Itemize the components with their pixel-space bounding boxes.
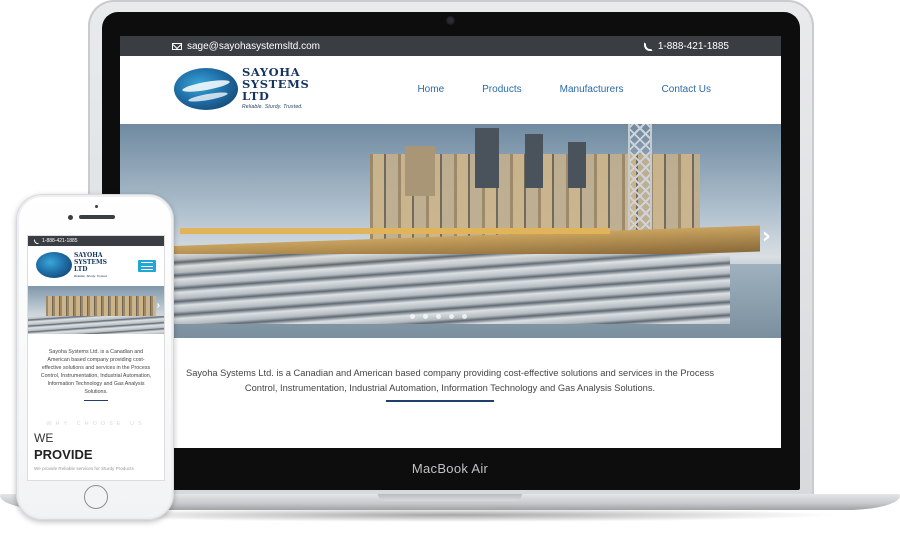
top-contact-bar: sage@sayohasystemsltd.com 1-888-421-1885 <box>120 36 781 56</box>
envelope-icon <box>172 42 182 50</box>
mobile-logo-wordmark: SAYOHA SYSTEMS LTD <box>74 252 107 273</box>
phone-text[interactable]: 1-888-421-1885 <box>658 41 729 52</box>
hero-slider: › <box>120 124 781 338</box>
we-heading: WE <box>34 431 54 445</box>
laptop-model-label: MacBook Air <box>411 461 489 476</box>
phone-sensor <box>95 205 98 208</box>
phone-device: 1-888-421-1885 SAYOHA SYSTEMS LTD Reliab… <box>16 194 174 520</box>
mobile-hero-slider: › <box>28 286 164 334</box>
slider-dot[interactable] <box>410 314 415 319</box>
mobile-navbar: SAYOHA SYSTEMS LTD Reliable. Sturdy. Tru… <box>28 246 164 286</box>
provide-subtext: We provide Reliable services for Sturdy … <box>34 466 134 471</box>
phone-icon <box>643 41 653 51</box>
slider-dot[interactable] <box>462 314 467 319</box>
intro-line-2: Control, Instrumentation, Industrial Aut… <box>244 383 656 393</box>
hamburger-menu-icon[interactable] <box>138 260 156 272</box>
email-text[interactable]: sage@sayohasystemsltd.com <box>187 41 320 52</box>
main-nav: Home Products Manufacturers Contact Us <box>417 84 711 95</box>
intro-divider <box>386 400 494 402</box>
rig-crane <box>628 124 652 244</box>
mobile-phone-text[interactable]: 1-888-421-1885 <box>42 238 78 244</box>
logo-tagline: Reliable. Sturdy. Trusted. <box>242 104 303 110</box>
why-choose-heading: WHY CHOOSE US <box>46 421 146 427</box>
phone-camera <box>68 215 73 220</box>
mobile-intro-text: Sayoha Systems Ltd. is a Canadian and Am… <box>40 349 152 395</box>
logo-line-3: LTD <box>242 89 270 103</box>
mobile-intro-divider <box>84 400 108 401</box>
laptop-screen: sage@sayohasystemsltd.com 1-888-421-1885… <box>120 36 781 448</box>
phone-contact[interactable]: 1-888-421-1885 <box>643 41 729 52</box>
logo-wordmark: SAYOHA SYSTEMS LTD <box>242 66 309 102</box>
rig-railing <box>180 228 610 234</box>
rig-vessel <box>405 146 435 196</box>
navbar: SAYOHA SYSTEMS LTD Reliable. Sturdy. Tru… <box>120 56 781 124</box>
slider-dots <box>410 314 467 319</box>
mobile-slider-next-chevron-right-icon[interactable]: › <box>157 300 160 311</box>
laptop-camera <box>446 16 455 25</box>
menu-bar <box>141 269 153 270</box>
nav-manufacturers[interactable]: Manufacturers <box>560 84 624 95</box>
rig-stack <box>475 128 499 188</box>
intro-line-1: Sayoha Systems Ltd. is a Canadian and Am… <box>186 368 714 378</box>
logo-globe-icon <box>174 68 238 110</box>
phone-speaker <box>79 215 115 219</box>
mobile-logo-line-1: SAYOHA <box>74 252 103 259</box>
laptop-notch <box>378 494 522 501</box>
nav-home[interactable]: Home <box>417 84 444 95</box>
slider-next-chevron-right-icon[interactable]: › <box>762 224 771 249</box>
mobile-logo-line-3: LTD <box>74 266 88 273</box>
mobile-top-bar: 1-888-421-1885 <box>28 236 164 246</box>
mobile-logo-tagline: Reliable. Sturdy. Trusted. <box>74 274 108 278</box>
phone-icon <box>34 238 39 244</box>
provide-heading: PROVIDE <box>34 447 93 462</box>
mobile-rig-pipes <box>28 316 164 334</box>
intro-text: Sayoha Systems Ltd. is a Canadian and Am… <box>180 366 720 396</box>
mobile-logo-line-2: SYSTEMS <box>74 259 107 266</box>
menu-bar <box>141 262 153 263</box>
phone-home-button[interactable] <box>84 485 108 509</box>
rig-stack <box>525 134 543 188</box>
nav-contact-us[interactable]: Contact Us <box>662 84 711 95</box>
slider-dot[interactable] <box>436 314 441 319</box>
mobile-logo-globe-icon[interactable] <box>36 252 72 278</box>
email-contact[interactable]: sage@sayohasystemsltd.com <box>172 41 320 52</box>
phone-screen: 1-888-421-1885 SAYOHA SYSTEMS LTD Reliab… <box>27 235 165 481</box>
slider-dot[interactable] <box>449 314 454 319</box>
rig-stack <box>568 142 586 188</box>
nav-products[interactable]: Products <box>482 84 521 95</box>
laptop-shadow <box>60 508 840 522</box>
site-logo[interactable]: SAYOHA SYSTEMS LTD Reliable. Sturdy. Tru… <box>174 66 324 114</box>
slider-dot[interactable] <box>423 314 428 319</box>
menu-bar <box>141 265 153 267</box>
